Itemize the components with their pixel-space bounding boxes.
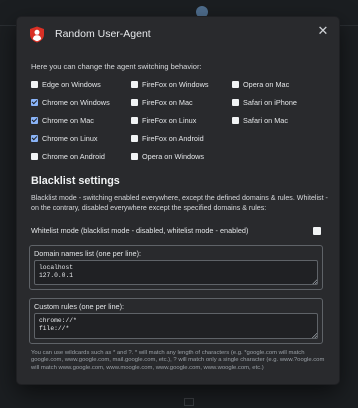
checkbox[interactable] <box>131 98 138 106</box>
custom-rules-label: Custom rules (one per line): <box>34 302 125 311</box>
blacklist-description: Blacklist mode - switching enabled every… <box>31 194 328 212</box>
wildcard-hint: You can use wildcards such as * and ?. *… <box>31 350 325 371</box>
modal-title: Random User-Agent <box>55 28 151 40</box>
agent-option-label: Chrome on Mac <box>42 115 94 125</box>
agent-option-opera-windows[interactable]: Opera on Windows <box>131 151 204 161</box>
agent-option-edge-windows[interactable]: Edge on Windows <box>31 79 101 89</box>
whitelist-mode-row[interactable]: Whitelist mode (blacklist mode - disable… <box>31 226 321 236</box>
agent-option-label: FireFox on Mac <box>142 97 193 107</box>
resize-grip-icon[interactable] <box>312 333 317 338</box>
agent-option-firefox-linux[interactable]: FireFox on Linux <box>131 115 196 125</box>
agent-option-label: Chrome on Android <box>42 151 105 161</box>
checkbox[interactable] <box>131 116 138 124</box>
agent-option-safari-mac[interactable]: Safari on Mac <box>232 115 288 125</box>
agent-option-label: Chrome on Linux <box>42 133 98 143</box>
domain-list-textarea[interactable]: localhost 127.0.0.1 <box>34 260 318 285</box>
checkbox[interactable] <box>131 152 138 160</box>
checkbox[interactable] <box>31 98 38 106</box>
user-agent-logo-icon <box>30 26 44 43</box>
agent-option-chrome-android[interactable]: Chrome on Android <box>31 151 105 161</box>
domain-list-label: Domain names list (one per line): <box>34 249 142 258</box>
agent-option-label: Chrome on Windows <box>42 97 110 107</box>
whitelist-mode-checkbox[interactable] <box>313 227 321 235</box>
close-button[interactable]: ✕ <box>316 24 330 38</box>
settings-modal: Random User-Agent ✕ Here you can change … <box>17 17 339 384</box>
agent-option-firefox-windows[interactable]: FireFox on Windows <box>131 79 209 89</box>
agent-option-chrome-windows[interactable]: Chrome on Windows <box>31 97 110 107</box>
checkbox[interactable] <box>31 152 38 160</box>
agent-option-chrome-linux[interactable]: Chrome on Linux <box>31 133 98 143</box>
agent-option-firefox-mac[interactable]: FireFox on Mac <box>131 97 193 107</box>
agent-option-firefox-android[interactable]: FireFox on Android <box>131 133 204 143</box>
whitelist-mode-label: Whitelist mode (blacklist mode - disable… <box>31 226 249 235</box>
custom-rules-textarea[interactable]: chrome://* file://* <box>34 313 318 339</box>
agent-option-label: Edge on Windows <box>42 79 101 89</box>
domain-list-field: Domain names list (one per line): localh… <box>29 245 323 290</box>
intro-text: Here you can change the agent switching … <box>31 62 202 71</box>
agent-option-label: Opera on Windows <box>142 151 205 161</box>
custom-rules-field: Custom rules (one per line): chrome://* … <box>29 298 323 344</box>
checkbox[interactable] <box>31 80 38 88</box>
agent-option-label: Safari on iPhone <box>243 97 297 107</box>
checkbox[interactable] <box>131 134 138 142</box>
agent-option-label: Safari on Mac <box>243 115 289 125</box>
resize-grip-icon[interactable] <box>312 279 317 284</box>
agent-option-chrome-mac[interactable]: Chrome on Mac <box>31 115 94 125</box>
agent-option-label: Opera on Mac <box>243 79 290 89</box>
checkbox[interactable] <box>232 116 239 124</box>
checkbox[interactable] <box>232 98 239 106</box>
agent-option-label: FireFox on Linux <box>142 115 197 125</box>
blacklist-settings-heading: Blacklist settings <box>31 175 120 187</box>
background-icon <box>184 398 194 406</box>
agent-option-label: FireFox on Android <box>142 133 204 143</box>
checkbox[interactable] <box>232 80 239 88</box>
checkbox[interactable] <box>31 116 38 124</box>
checkbox[interactable] <box>31 134 38 142</box>
agent-option-opera-mac[interactable]: Opera on Mac <box>232 79 289 89</box>
modal-header: Random User-Agent ✕ <box>17 17 339 53</box>
agent-option-safari-iphone[interactable]: Safari on iPhone <box>232 97 297 107</box>
checkbox[interactable] <box>131 80 138 88</box>
agent-option-label: FireFox on Windows <box>142 79 209 89</box>
